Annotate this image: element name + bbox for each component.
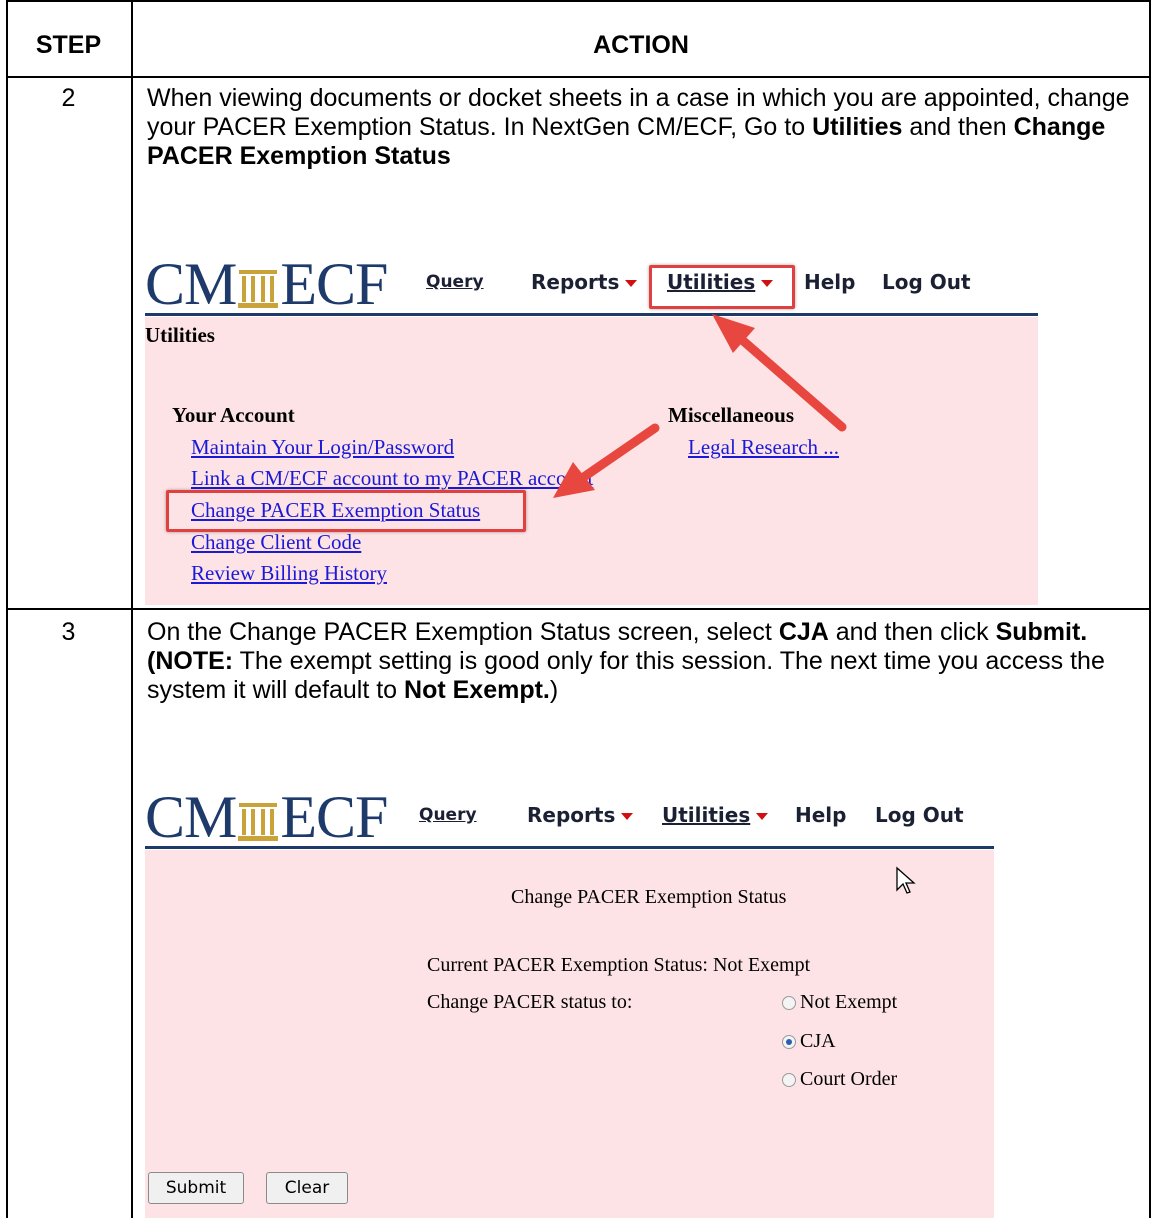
change-status-label: Change PACER status to:	[427, 991, 633, 1013]
table-column-divider	[131, 0, 133, 1218]
reports-caret-icon-2	[621, 813, 634, 820]
radio-cja[interactable]	[782, 1035, 796, 1049]
utilities-caret-icon-2	[756, 813, 769, 820]
link-review-billing[interactable]: Review Billing History	[191, 561, 387, 586]
menu-reports-2[interactable]: Reports	[527, 803, 634, 827]
current-status-label: Current PACER Exemption Status: Not Exem…	[427, 954, 811, 976]
menu-query-2[interactable]: Query	[419, 805, 477, 825]
step-3-instructions: On the Change PACER Exemption Status scr…	[147, 618, 1137, 705]
header-step: STEP	[35, 31, 102, 59]
menu-logout[interactable]: Log Out	[882, 270, 971, 294]
link-legal-research[interactable]: Legal Research ...	[688, 435, 839, 460]
exemption-link-highlight-box	[166, 490, 526, 532]
option-court-order-label: Court Order	[800, 1068, 898, 1090]
exemption-page-title: Change PACER Exemption Status	[511, 886, 787, 908]
table-header-divider	[6, 76, 1151, 78]
table-border-top	[6, 0, 1151, 2]
reports-caret-icon	[625, 280, 638, 287]
radio-not-exempt[interactable]	[782, 996, 796, 1010]
logo-text-ecf: ECF	[280, 251, 388, 317]
step-3-bold-submit: Submit.	[995, 618, 1088, 646]
link-link-account[interactable]: Link a CM/ECF account to my PACER accoun…	[191, 466, 593, 491]
clear-button[interactable]: Clear	[266, 1172, 348, 1204]
logo-text-ecf-2: ECF	[280, 784, 388, 850]
mouse-cursor-icon	[896, 866, 916, 894]
cmecf-logo: CM ECF	[145, 251, 388, 320]
menu-help-2[interactable]: Help	[795, 803, 846, 827]
step-3-text-2: and then click	[828, 618, 996, 646]
cmecf-logo-2: CM ECF	[145, 784, 388, 853]
step-3-text-4: )	[549, 676, 559, 704]
table-row-divider	[6, 608, 1151, 610]
menu-help[interactable]: Help	[804, 270, 855, 294]
menu-reports[interactable]: Reports	[531, 270, 638, 294]
option-not-exempt-label: Not Exempt	[800, 991, 898, 1013]
menu-query[interactable]: Query	[426, 272, 484, 292]
step-2-instructions: When viewing documents or docket sheets …	[147, 84, 1137, 171]
logo-text-cm: CM	[145, 251, 237, 317]
step-3-bold-cja: CJA	[778, 618, 829, 646]
miscellaneous-heading: Miscellaneous	[668, 403, 794, 427]
table-border-left	[6, 0, 8, 1218]
step-3-text-1: On the Change PACER Exemption Status scr…	[147, 618, 779, 646]
step-number-3: 3	[61, 618, 76, 646]
link-maintain-login[interactable]: Maintain Your Login/Password	[191, 435, 454, 460]
step-2-text-2: and then	[902, 113, 1014, 141]
courthouse-icon	[236, 260, 280, 320]
header-action: ACTION	[593, 31, 689, 59]
your-account-heading: Your Account	[172, 403, 295, 427]
step-2-bold-utilities: Utilities	[812, 113, 903, 141]
menu-logout-2[interactable]: Log Out	[875, 803, 964, 827]
step-3-bold-not-exempt: Not Exempt.	[404, 676, 550, 704]
menu-utilities-2[interactable]: Utilities	[662, 803, 769, 827]
nav-rule	[145, 313, 1038, 316]
logo-text-cm-2: CM	[145, 784, 237, 850]
step-number-2: 2	[61, 84, 76, 112]
utilities-highlight-box	[649, 265, 795, 309]
option-cja-label: CJA	[800, 1030, 836, 1052]
radio-court-order[interactable]	[782, 1073, 796, 1087]
step-3-text-3: The exempt setting is good only for this…	[147, 647, 1105, 704]
nav-rule-2	[145, 846, 994, 849]
step-3-bold-note: (NOTE:	[147, 647, 234, 675]
courthouse-icon-2	[236, 793, 280, 853]
link-change-client-code[interactable]: Change Client Code	[191, 530, 361, 555]
submit-button[interactable]: Submit	[148, 1172, 244, 1204]
utilities-title: Utilities	[145, 323, 215, 347]
